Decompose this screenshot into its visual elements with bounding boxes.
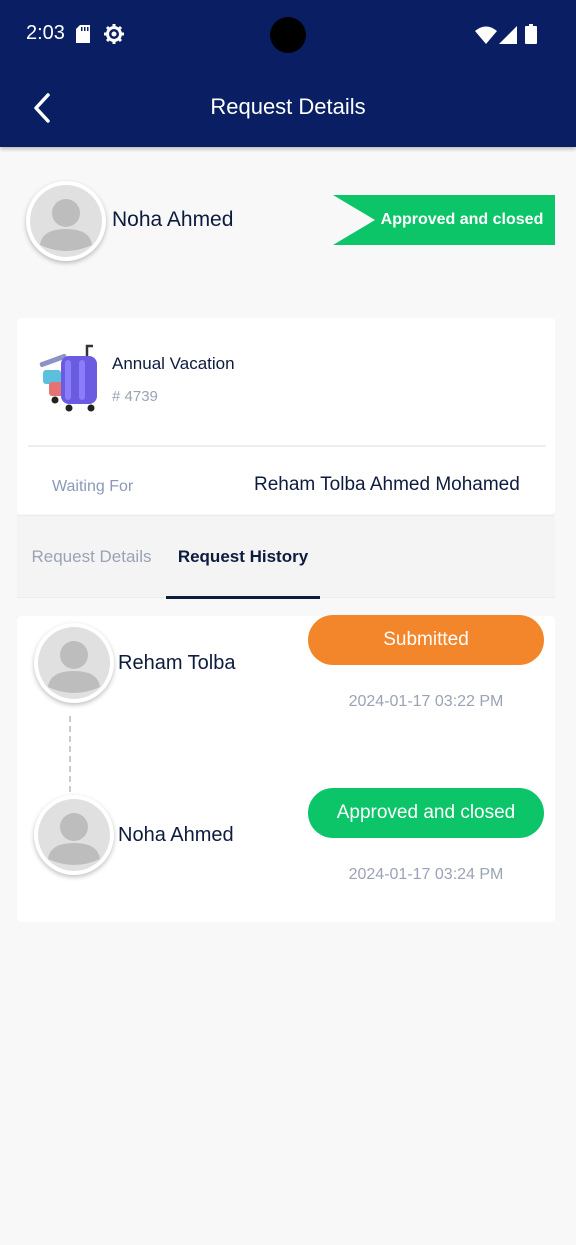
camera-cutout [270,17,306,53]
request-type: Annual Vacation [112,354,235,373]
history-status-badge: Submitted [308,615,544,665]
status-bar: 2:03 [0,0,576,70]
user-placeholder-icon [30,185,102,257]
active-tab-indicator [166,596,320,599]
history-user-name: Reham Tolba [118,652,236,674]
waiting-for-label: Waiting For [52,478,134,495]
request-number: # 4739 [112,388,158,405]
gear-icon [104,24,124,44]
app-bar: Request Details [0,70,576,147]
history-date: 2024-01-17 03:24 PM [348,866,504,883]
status-badge-label: Approved and closed [380,211,544,228]
battery-icon [525,24,537,44]
employee-name: Noha Ahmed [112,208,234,231]
wifi-icon [475,26,497,44]
tab-request-history[interactable]: Request History [166,516,320,598]
signal-icon [499,26,517,44]
history-card: Reham Tolba Submitted 2024-01-17 03:22 P… [17,615,555,922]
avatar [34,795,114,875]
sd-card-icon [76,25,90,43]
avatar [26,181,106,261]
divider [28,445,546,447]
page-title: Request Details [210,94,366,119]
user-placeholder-icon [38,627,110,699]
user-placeholder-icon [38,799,110,871]
luggage-icon [39,344,97,412]
waiting-for-value: Reham Tolba Ahmed Mohamed [254,474,520,495]
avatar [34,623,114,703]
history-date: 2024-01-17 03:22 PM [348,693,504,710]
tab-request-details[interactable]: Request Details [17,516,166,598]
timeline-connector [69,716,71,792]
history-status-badge: Approved and closed [308,788,544,838]
request-info-card: Annual Vacation # 4739 Waiting For Reham… [17,318,555,514]
tab-bar: Request Details Request History [17,515,555,599]
status-time: 2:03 [26,22,65,44]
history-user-name: Noha Ahmed [118,824,234,846]
status-badge: Approved and closed [333,195,555,245]
